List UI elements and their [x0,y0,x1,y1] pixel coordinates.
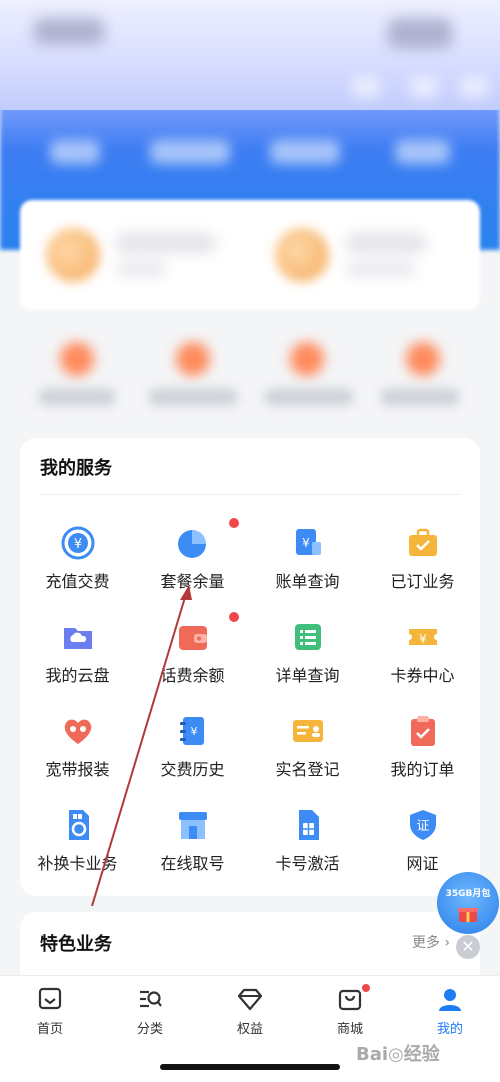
tab-mall[interactable]: 商城 [300,984,400,1044]
service-payment-history[interactable]: ¥ 交费历史 [135,698,250,792]
service-cloud-disk[interactable]: 我的云盘 [20,604,135,698]
service-label: 账单查询 [275,572,340,591]
service-detail-query[interactable]: 详单查询 [250,604,365,698]
service-label: 网证 [406,854,439,873]
service-label: 详单查询 [275,666,340,685]
service-label: 套餐余量 [160,572,225,591]
store-icon [179,812,207,839]
profile-icon [439,989,461,1011]
service-label: 宽带报装 [45,760,110,779]
shop-bag-icon [338,989,362,1011]
notification-dot [229,518,239,528]
service-real-name[interactable]: 实名登记 [250,698,365,792]
service-broadband[interactable]: 宽带报装 [20,698,135,792]
featured-title: 特色业务 [40,934,112,955]
shield-cert-icon: 证 [410,810,436,840]
service-bill-query[interactable]: ¥ 账单查询 [250,510,365,604]
wallet-icon [179,626,207,650]
tab-label: 我的 [436,1022,463,1037]
service-label: 交费历史 [160,760,225,779]
svg-text:¥: ¥ [191,725,198,738]
service-label: 卡号激活 [275,854,340,873]
header-nav-blurred [50,140,100,164]
watermark: Bai◎经验 [356,1044,440,1065]
svg-text:¥: ¥ [302,536,310,550]
recharge-icon: ¥ [61,526,95,560]
header-top-blurred [0,0,500,110]
service-online-queue[interactable]: 在线取号 [135,792,250,886]
service-label: 实名登记 [275,760,340,779]
service-phone-balance[interactable]: 话费余额 [135,604,250,698]
promo-close-button[interactable]: ✕ [456,935,480,959]
tab-label: 首页 [36,1022,63,1037]
service-subscribed[interactable]: 已订业务 [365,510,480,604]
service-label: 我的订单 [390,760,455,779]
svg-text:¥: ¥ [74,537,82,552]
service-label: 在线取号 [160,854,225,873]
heart-icon [64,719,92,744]
services-title: 我的服务 [40,458,112,479]
tab-label: 分类 [136,1022,163,1037]
tab-rights[interactable]: 权益 [200,984,300,1044]
more-link[interactable]: 更多 › [412,932,450,952]
promo-float-button[interactable]: 35GB月包 [437,872,499,934]
service-label: 卡券中心 [390,666,455,685]
divider [40,494,460,495]
services-grid: ¥ 充值交费 套餐余量 ¥ 账单查询 已订业务 我的云盘 话费余额 详单查询 ¥… [20,510,480,890]
id-card-icon [293,720,323,742]
service-label: 我的云盘 [45,666,110,685]
service-label: 已订业务 [390,572,455,591]
coupon-icon: ¥ [409,629,437,646]
service-activation[interactable]: 卡号激活 [250,792,365,886]
tab-category[interactable]: 分类 [100,984,200,1044]
service-recharge[interactable]: ¥ 充值交费 [20,510,135,604]
pie-chart-icon [178,530,206,558]
svg-text:¥: ¥ [419,632,427,646]
my-services-card: 我的服务 ¥ 充值交费 套餐余量 ¥ 账单查询 已订业务 我的云盘 话费余额 详… [20,438,480,896]
tab-home[interactable]: 首页 [0,984,100,1044]
history-icon: ¥ [180,717,204,745]
sim-swap-icon [69,810,89,840]
bill-icon: ¥ [296,529,321,555]
service-coupon-center[interactable]: ¥ 卡券中心 [365,604,480,698]
notification-dot [362,984,370,992]
category-search-icon [140,990,162,1008]
list-icon [295,624,321,650]
home-icon [38,987,62,1010]
balance-card-blurred [20,200,480,310]
tab-label: 权益 [236,1022,263,1037]
home-indicator [160,1064,340,1070]
service-sim-replacement[interactable]: 补换卡业务 [20,792,135,886]
tab-mine[interactable]: 我的 [400,984,500,1044]
notification-dot [229,612,239,622]
service-label: 话费余额 [160,666,225,685]
cloud-folder-icon [64,628,92,649]
service-label: 补换卡业务 [37,854,118,873]
gift-icon [458,908,478,922]
clipboard-check-icon [411,716,435,746]
briefcase-icon [409,528,437,556]
sim-card-icon [299,810,319,840]
shortcut-row-blurred [20,320,480,420]
promo-text: 35GB月包 [445,889,491,899]
svg-text:证: 证 [416,819,429,834]
tab-label: 商城 [336,1022,363,1037]
service-my-orders[interactable]: 我的订单 [365,698,480,792]
service-label: 充值交费 [45,572,110,591]
diamond-icon [237,988,263,1011]
service-plan-balance[interactable]: 套餐余量 [135,510,250,604]
